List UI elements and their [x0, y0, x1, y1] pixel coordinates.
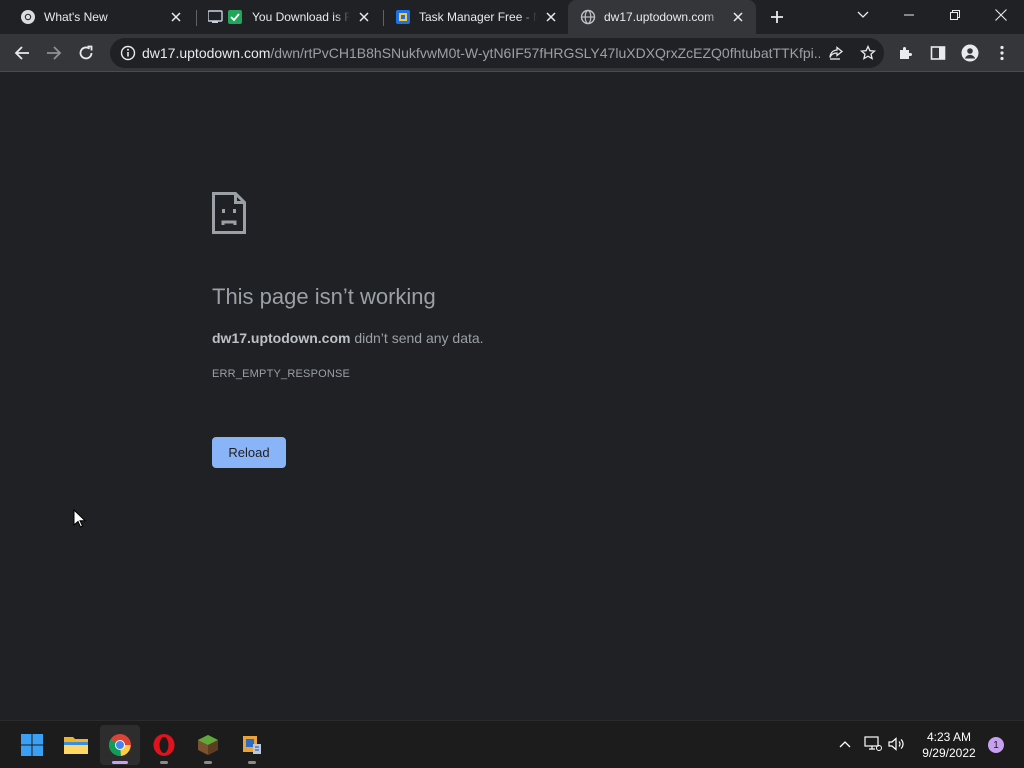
- tab-uptodown-active[interactable]: dw17.uptodown.com: [568, 0, 756, 34]
- download-check-icon: [208, 9, 244, 25]
- network-tray[interactable]: [862, 733, 884, 755]
- opera-icon: [153, 734, 175, 756]
- chrome-icon: [20, 9, 36, 25]
- start-icon: [21, 734, 43, 756]
- tab-title: You Download is Ready: [252, 10, 350, 24]
- network-icon: [864, 736, 882, 751]
- star-icon: [860, 45, 876, 60]
- start-button[interactable]: [12, 725, 52, 765]
- back-button[interactable]: [8, 39, 36, 67]
- url-path: /dwn/rtPvCH1B8hSNukfvwM0t-W-ytN6IF57fHRG…: [270, 45, 820, 61]
- address-bar[interactable]: dw17.uptodown.com/dwn/rtPvCH1B8hSNukfvwM…: [110, 38, 884, 68]
- task-manager-icon: [395, 9, 411, 25]
- mouse-cursor-icon: [73, 508, 87, 529]
- close-window-button[interactable]: [978, 0, 1024, 30]
- running-indicator: [204, 761, 212, 764]
- close-icon[interactable]: [543, 9, 559, 25]
- side-panel-icon: [930, 46, 946, 60]
- tab-download-ready[interactable]: You Download is Ready: [196, 0, 382, 34]
- side-panel-button[interactable]: [924, 39, 952, 67]
- tab-title: Task Manager Free - Monitor: [419, 10, 537, 24]
- error-title: This page isn’t working: [212, 284, 436, 309]
- restore-button[interactable]: [932, 0, 978, 30]
- new-tab-button[interactable]: [766, 6, 788, 28]
- forward-icon: [47, 46, 62, 60]
- volume-icon: [888, 737, 904, 751]
- error-code: ERR_EMPTY_RESPONSE: [212, 368, 351, 380]
- share-icon: [829, 46, 844, 60]
- close-icon: [995, 9, 1007, 21]
- chevron-down-icon: [857, 11, 869, 18]
- tab-strip: What's New You Download is Ready Task Ma…: [0, 0, 1024, 34]
- taskbar-task-manager[interactable]: [232, 725, 272, 765]
- clock-date: 9/29/2022: [922, 746, 976, 760]
- taskbar-chrome[interactable]: [100, 725, 140, 765]
- taskbar-clock[interactable]: 4:23 AM 9/29/2022: [912, 729, 986, 761]
- show-hidden-icons-button[interactable]: [834, 733, 856, 755]
- error-host: dw17.uptodown.com: [212, 330, 351, 346]
- running-indicator: [160, 761, 168, 764]
- url-host: dw17.uptodown.com: [142, 45, 271, 61]
- tab-whats-new[interactable]: What's New: [8, 0, 194, 34]
- running-indicator: [112, 761, 128, 764]
- chevron-up-icon: [839, 741, 851, 748]
- extensions-button[interactable]: [892, 39, 920, 67]
- error-page: This page isn’t working dw17.uptodown.co…: [0, 72, 1024, 720]
- file-explorer-icon: [64, 737, 88, 754]
- minimize-button[interactable]: [886, 0, 932, 30]
- volume-tray[interactable]: [886, 733, 908, 755]
- minimize-icon: [904, 14, 914, 16]
- taskbar-opera[interactable]: [144, 725, 184, 765]
- extensions-icon: [900, 47, 912, 59]
- running-indicator: [248, 761, 256, 764]
- minecraft-icon: [198, 735, 218, 755]
- chrome-icon: [109, 734, 131, 756]
- error-description: dw17.uptodown.com didn’t send any data.: [212, 330, 484, 346]
- reload-icon: [79, 45, 93, 60]
- sad-page-icon: [212, 192, 246, 234]
- tab-search-button[interactable]: [840, 0, 886, 30]
- globe-icon: [580, 9, 596, 25]
- notification-badge[interactable]: 1: [988, 737, 1004, 753]
- reload-button[interactable]: Reload: [212, 437, 286, 468]
- profile-icon: [961, 44, 979, 62]
- reload-toolbar-button[interactable]: [72, 39, 100, 67]
- clock-time: 4:23 AM: [926, 730, 972, 744]
- tab-title: What's New: [44, 10, 108, 24]
- bookmark-button[interactable]: [852, 38, 884, 68]
- browser-toolbar: dw17.uptodown.com/dwn/rtPvCH1B8hSNukfvwM…: [0, 34, 1024, 72]
- close-icon[interactable]: [356, 9, 372, 25]
- menu-button[interactable]: [988, 39, 1016, 67]
- profile-button[interactable]: [956, 39, 984, 67]
- task-manager-app-icon: [243, 736, 261, 754]
- back-icon: [14, 46, 29, 60]
- plus-icon: [771, 11, 783, 23]
- error-message: didn’t send any data.: [350, 330, 484, 346]
- taskbar: 4:23 AM 9/29/2022 1: [0, 720, 1024, 768]
- info-icon[interactable]: [120, 45, 136, 61]
- taskbar-file-explorer[interactable]: [56, 725, 96, 765]
- address-url[interactable]: dw17.uptodown.com/dwn/rtPvCH1B8hSNukfvwM…: [142, 45, 820, 61]
- restore-icon: [950, 10, 960, 20]
- taskbar-minecraft[interactable]: [188, 725, 228, 765]
- tab-title: dw17.uptodown.com: [604, 10, 715, 24]
- menu-icon: [1000, 45, 1004, 61]
- forward-button[interactable]: [40, 39, 68, 67]
- tab-task-manager[interactable]: Task Manager Free - Monitor: [383, 0, 569, 34]
- close-icon[interactable]: [168, 9, 184, 25]
- close-icon[interactable]: [730, 9, 746, 25]
- share-button[interactable]: [820, 38, 852, 68]
